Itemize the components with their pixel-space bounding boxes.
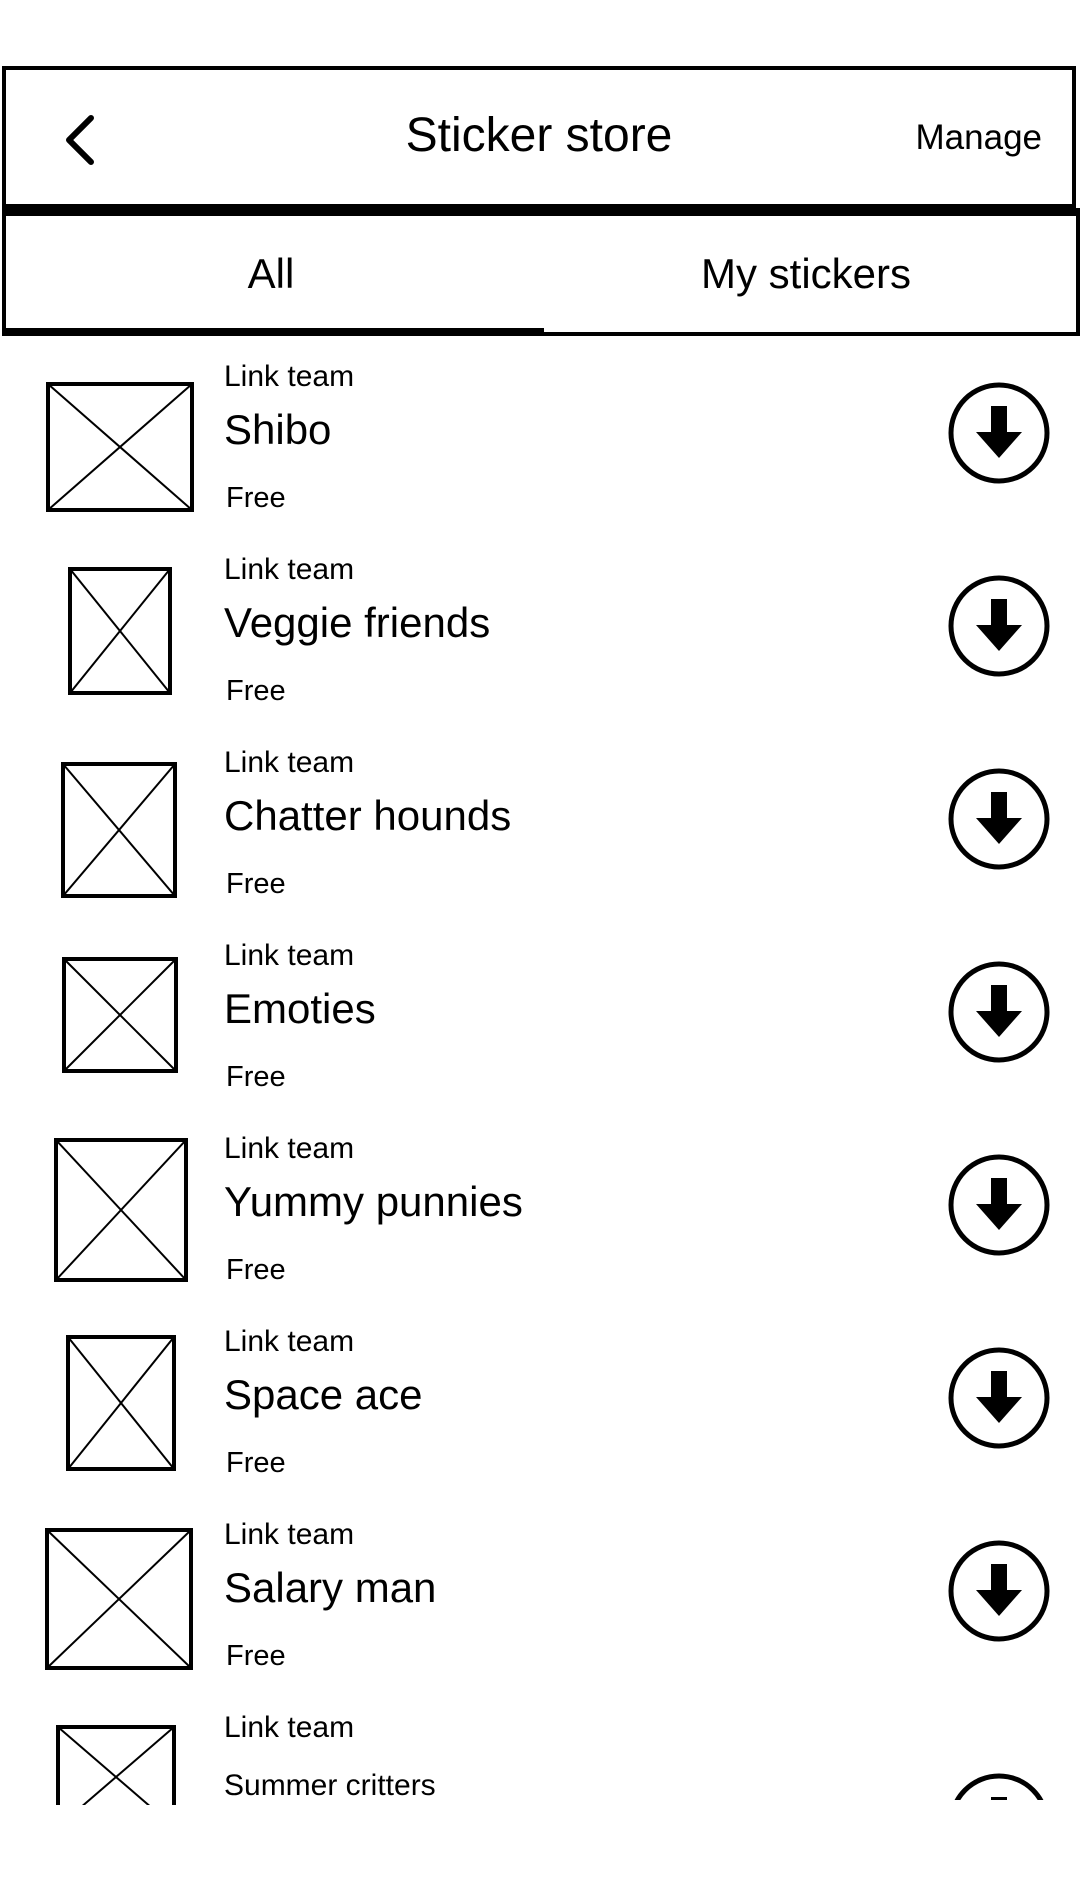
tab-bar: All My stickers	[2, 208, 1080, 336]
list-item[interactable]: Link team Yummy punnies Free	[0, 1108, 1080, 1301]
sticker-name: Space ace	[224, 1371, 423, 1418]
list-item[interactable]: Link team Emoties Free	[0, 915, 1080, 1108]
list-item[interactable]: Link team Salary man Free	[0, 1494, 1080, 1687]
sticker-price: Free	[226, 482, 286, 514]
image-placeholder-icon	[46, 382, 194, 512]
sticker-price: Free	[226, 868, 286, 900]
list-item[interactable]: Link team Chatter hounds Free	[0, 722, 1080, 915]
download-button[interactable]	[946, 1152, 1052, 1258]
download-circle-icon	[948, 961, 1050, 1063]
list-item[interactable]: Link team Shibo Free	[0, 336, 1080, 529]
tab-my-stickers[interactable]: My stickers	[546, 216, 1066, 332]
sticker-author: Link team	[224, 360, 355, 393]
image-placeholder-icon	[45, 1528, 193, 1670]
sticker-author: Link team	[224, 1325, 355, 1358]
page-title: Sticker store	[405, 109, 673, 162]
image-placeholder-icon	[68, 567, 172, 695]
download-circle-icon	[948, 1154, 1050, 1256]
image-placeholder-icon	[56, 1725, 176, 1805]
image-placeholder-icon	[61, 762, 177, 898]
download-circle-icon	[948, 768, 1050, 870]
download-circle-icon	[948, 575, 1050, 677]
tab-all[interactable]: All	[6, 216, 536, 332]
download-button[interactable]	[946, 1538, 1052, 1644]
download-circle-icon	[948, 1347, 1050, 1449]
sticker-author: Link team	[224, 746, 355, 779]
list-item[interactable]: Link team Space ace Free	[0, 1301, 1080, 1494]
sticker-name: Yummy punnies	[224, 1178, 523, 1225]
sticker-name: Chatter hounds	[224, 792, 512, 839]
download-button[interactable]	[946, 1345, 1052, 1451]
list-item[interactable]: Link team Veggie friends Free	[0, 529, 1080, 722]
download-circle-icon	[948, 382, 1050, 484]
sticker-price: Free	[226, 1061, 286, 1093]
image-placeholder-icon	[62, 957, 178, 1073]
sticker-name: Veggie friends	[224, 599, 491, 646]
sticker-author: Link team	[224, 553, 355, 586]
sticker-author: Link team	[224, 1132, 355, 1165]
active-tab-indicator	[2, 328, 544, 336]
download-button[interactable]	[946, 380, 1052, 486]
sticker-name: Emoties	[224, 985, 376, 1032]
sticker-price: Free	[226, 675, 286, 707]
sticker-name: Shibo	[224, 406, 332, 453]
sticker-author: Link team	[224, 1518, 355, 1551]
sticker-author: Link team	[224, 1711, 355, 1744]
download-button[interactable]	[946, 1771, 1052, 1800]
download-button[interactable]	[946, 766, 1052, 872]
manage-button[interactable]: Manage	[916, 118, 1042, 158]
sticker-name: Summer critters	[224, 1769, 436, 1802]
sticker-price: Free	[226, 1640, 286, 1672]
image-placeholder-icon	[66, 1335, 176, 1471]
image-placeholder-icon	[54, 1138, 188, 1282]
list-item[interactable]: Link team Summer critters	[0, 1687, 1080, 1880]
sticker-author: Link team	[224, 939, 355, 972]
download-circle-icon	[954, 1773, 1044, 1800]
sticker-price: Free	[226, 1447, 286, 1479]
sticker-name: Salary man	[224, 1564, 437, 1611]
download-button[interactable]	[946, 959, 1052, 1065]
download-circle-icon	[948, 1540, 1050, 1642]
download-button[interactable]	[946, 573, 1052, 679]
app-header: Sticker store Manage	[2, 66, 1076, 208]
sticker-price: Free	[226, 1254, 286, 1286]
